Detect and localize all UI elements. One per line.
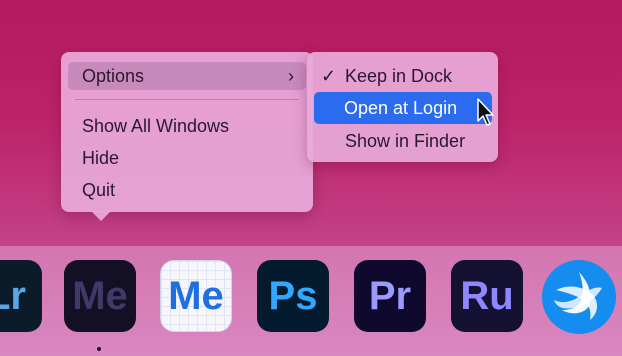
- premiere-rush-icon[interactable]: Ru: [451, 260, 523, 332]
- options-submenu: ✓ Keep in Dock Open at Login Show in Fin…: [307, 52, 498, 162]
- open-at-login-label: Open at Login: [344, 98, 458, 118]
- lightroom-icon[interactable]: Lr: [0, 260, 42, 332]
- menu-separator: [75, 99, 299, 100]
- options-menu-item[interactable]: Options ›: [68, 62, 306, 90]
- keep-in-dock-menu-item[interactable]: ✓ Keep in Dock: [315, 62, 493, 90]
- photoshop-icon[interactable]: Ps: [257, 260, 329, 332]
- app-label: Me: [72, 273, 128, 318]
- app-label: Ru: [460, 273, 514, 318]
- show-in-finder-menu-item[interactable]: Show in Finder: [315, 127, 493, 155]
- quit-menu-item[interactable]: Quit: [82, 176, 115, 204]
- checkmark-icon: ✓: [321, 66, 337, 86]
- app-context-menu: Options › Show All Windows Hide Quit: [61, 52, 313, 221]
- app-label: Pr: [368, 273, 412, 318]
- premiere-icon[interactable]: Pr: [354, 260, 426, 332]
- dock: Lr Me Me Ps Pr Ru: [0, 246, 622, 356]
- options-label: Options: [82, 66, 145, 86]
- media-encoder-dark-icon[interactable]: Me: [64, 260, 136, 332]
- show-all-windows-menu-item[interactable]: Show All Windows: [82, 112, 229, 140]
- media-encoder-light-icon[interactable]: Me: [160, 260, 232, 332]
- battle-net-icon[interactable]: [542, 260, 616, 334]
- mouse-cursor-icon: [477, 98, 494, 126]
- show-in-finder-label: Show in Finder: [345, 131, 466, 151]
- app-label: Me: [168, 273, 224, 318]
- app-label: Lr: [0, 273, 26, 318]
- hide-menu-item[interactable]: Hide: [82, 144, 119, 172]
- chevron-right-icon: ›: [288, 66, 294, 86]
- running-indicator: [97, 347, 101, 351]
- menu-pointer: [91, 211, 111, 221]
- keep-in-dock-label: Keep in Dock: [345, 66, 453, 86]
- battle-net-logo-icon: [545, 263, 613, 331]
- open-at-login-menu-item[interactable]: Open at Login: [314, 92, 492, 124]
- app-label: Ps: [268, 273, 318, 318]
